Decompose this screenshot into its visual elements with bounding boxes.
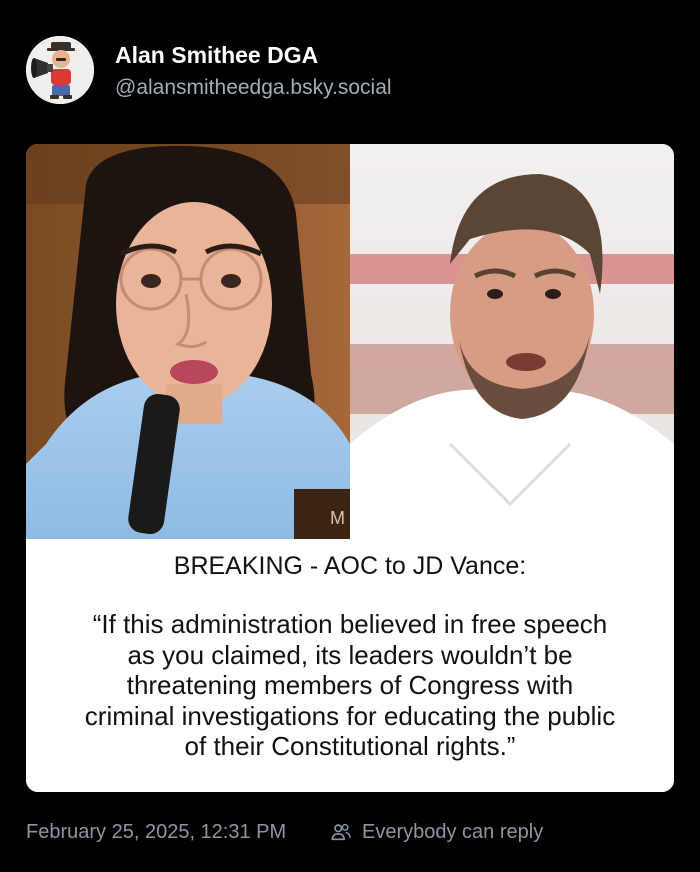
reply-setting-label[interactable]: Everybody can reply (362, 821, 543, 844)
caption-headline: BREAKING - AOC to JD Vance: (173, 552, 527, 580)
post: Alan Smithee DGA @alansmitheedga.bsky.so… (0, 0, 700, 872)
quote-line: criminal investigations for educating th… (84, 700, 616, 731)
quote-line: threatening members of Congress with (126, 670, 574, 700)
photo-right (350, 144, 674, 539)
post-footer: February 25, 2025, 12:31 PM Everybody ca… (26, 818, 676, 848)
post-timestamp: February 25, 2025, 12:31 PM (26, 821, 287, 843)
quote-line: “If this administration believed in free… (92, 609, 608, 639)
post-image[interactable]: M BREAKING - AOC to JD Vance: “If this a… (26, 144, 674, 792)
people-icon (331, 823, 351, 841)
post-header: Alan Smithee DGA @alansmitheedga.bsky.so… (26, 36, 666, 106)
quote-line: as you claimed, its leaders wouldn’t be (127, 639, 573, 670)
image-caption: BREAKING - AOC to JD Vance: “If this adm… (26, 539, 674, 792)
caption-quote: “If this administration believed in free… (26, 609, 674, 762)
avatar[interactable] (26, 36, 94, 104)
megaphone-man-icon (26, 36, 94, 104)
author-handle[interactable]: @alansmitheedga.bsky.social (115, 76, 392, 100)
photo-left: M (26, 144, 350, 539)
podium-sign-text: M (330, 508, 345, 528)
quote-line: of their Constitutional rights.” (184, 731, 516, 761)
author-display-name[interactable]: Alan Smithee DGA (115, 42, 318, 69)
